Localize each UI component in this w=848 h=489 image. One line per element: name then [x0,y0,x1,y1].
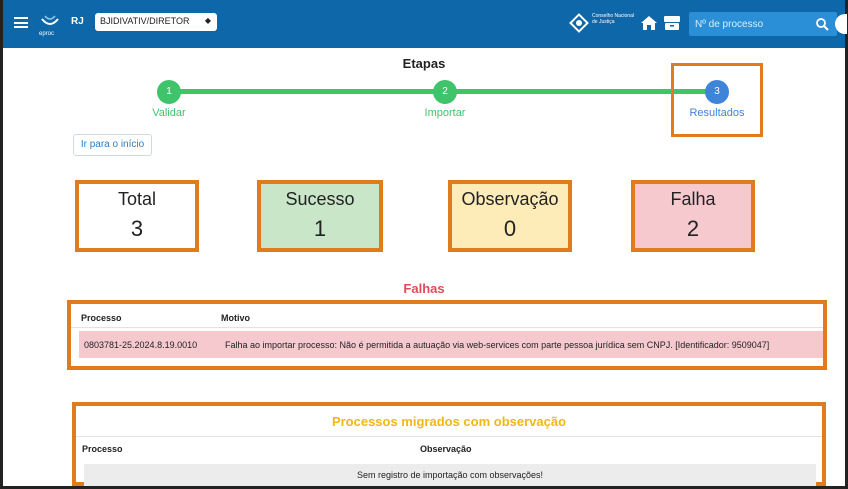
search-icon[interactable] [815,17,829,31]
state-label: RJ [71,16,84,27]
profile-select-value: BJIDIVATIV/DIRETOR [100,16,190,26]
select-arrow-icon: ◆ [204,16,211,25]
observations-table: Processos migrados com observação Proces… [72,402,826,486]
hamburger-menu-icon[interactable] [14,17,28,28]
import-results-page: eproc RJ BJIDIVATIV/DIRETOR ◆ Conselho N… [0,0,848,489]
failures-title: Falhas [403,281,445,296]
home-icon[interactable] [640,14,658,32]
failures-col-process: Processo [81,313,122,323]
step-3-label: Resultados [689,107,745,119]
observations-title-divider [76,436,822,437]
failure-label: Falha [670,189,716,209]
total-label: Total [117,189,157,209]
cnj-logo-icon [569,13,589,33]
cnj-logo-text: Conselho Nacional de Justiça [592,13,634,25]
observation-card: Observação 0 [448,180,572,252]
failure-card: Falha 2 [631,180,755,252]
step-2-label: Importar [424,107,466,119]
failure-process-cell: 0803781-25.2024.8.19.0010 [84,340,198,350]
observations-col-process: Processo [82,444,123,454]
table-row: 0803781-25.2024.8.19.0010 Falha ao impor… [79,331,823,358]
observations-title: Processos migrados com observação [331,414,567,429]
failures-header-divider [71,327,823,328]
success-card: Sucesso 1 [257,180,383,252]
total-card: Total 3 [75,180,199,252]
observations-col-observation: Observação [420,444,472,454]
step-2-circle: 2 [433,80,457,104]
total-value: 3 [130,216,144,241]
step-1-circle: 1 [157,80,181,104]
step-3-circle: 3 [705,80,729,104]
step-connector-1 [169,89,445,94]
archive-icon[interactable] [663,14,681,32]
success-label: Sucesso [285,189,355,209]
top-bar: eproc RJ BJIDIVATIV/DIRETOR ◆ Conselho N… [3,0,847,48]
observation-value: 0 [503,216,517,241]
failure-value: 2 [686,216,700,241]
failure-reason-cell: Falha ao importar processo: Não é permit… [225,340,770,350]
restart-button[interactable]: Ir para o início [73,134,152,156]
step-1-label: Validar [152,107,186,119]
failures-col-reason: Motivo [221,313,250,323]
profile-select[interactable]: BJIDIVATIV/DIRETOR ◆ [95,13,217,31]
observations-empty-row: Sem registro de importação com observaçõ… [84,464,816,486]
failures-table: Processo Motivo 0803781-25.2024.8.19.001… [67,300,827,370]
success-value: 1 [313,216,327,241]
observation-label: Observação [461,189,559,209]
eproc-logo-text: eproc [39,31,55,37]
